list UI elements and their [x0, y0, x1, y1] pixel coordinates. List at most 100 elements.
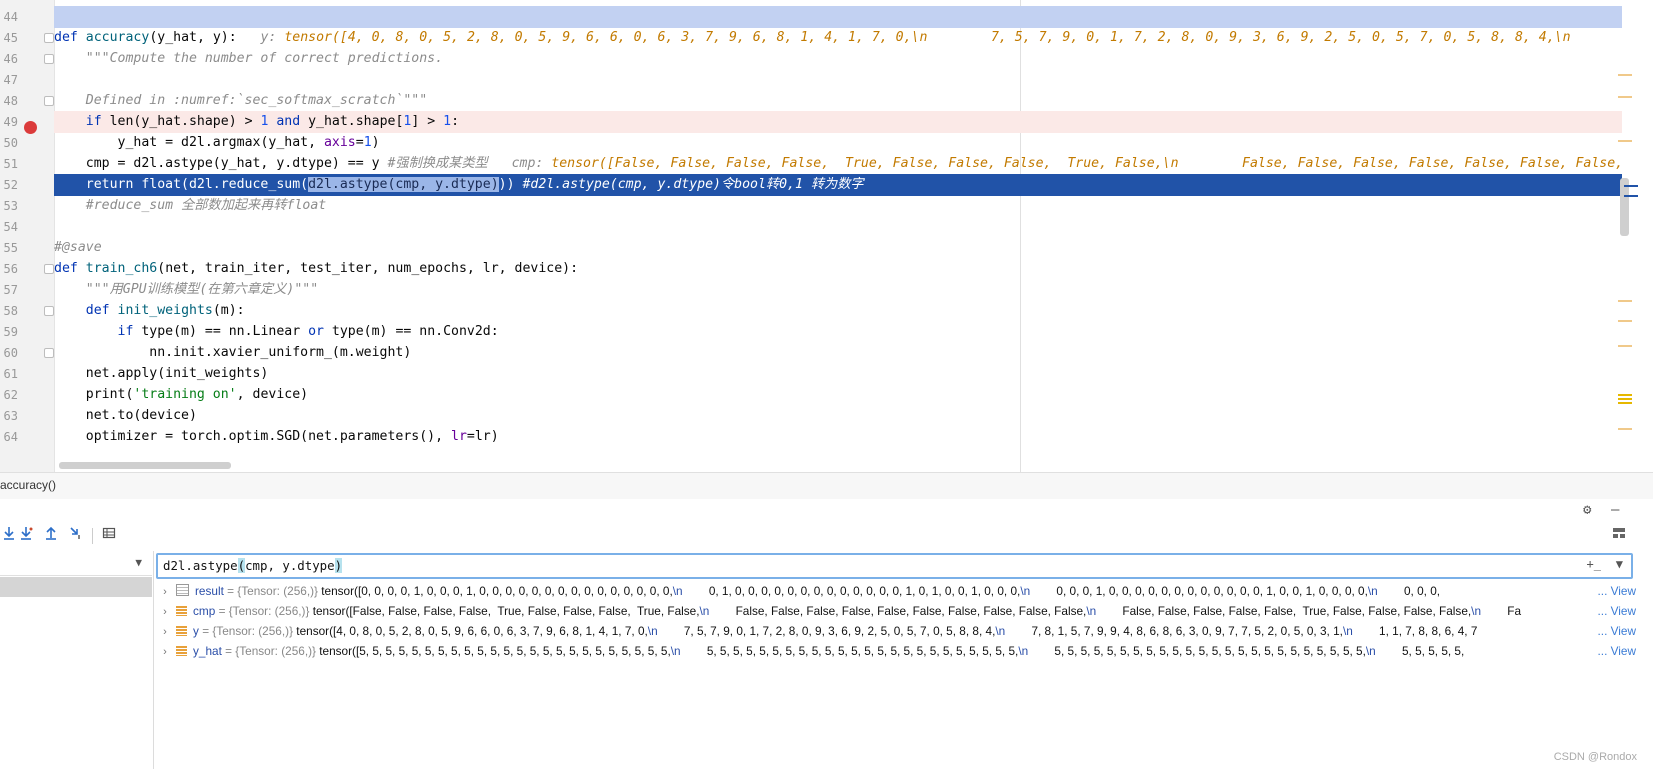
code-line-47[interactable] [54, 69, 1622, 91]
fold-marker[interactable] [44, 306, 54, 316]
scroll-marker[interactable] [1624, 195, 1638, 197]
scroll-marker[interactable] [1618, 398, 1632, 400]
chevron-right-icon[interactable]: › [156, 622, 174, 641]
breakpoint-icon[interactable] [24, 121, 37, 134]
step-into-my-code-icon[interactable] [17, 526, 35, 544]
frames-panel[interactable]: ▼ [0, 551, 154, 769]
code-line-46[interactable]: """Compute the number of correct predict… [54, 48, 1622, 70]
code-line-58[interactable]: def init_weights(m): [54, 300, 1622, 322]
horizontal-scrollbar[interactable] [59, 462, 231, 469]
gear-icon[interactable]: ⚙ [1583, 502, 1591, 518]
chevron-right-icon[interactable]: › [156, 582, 174, 601]
debug-toolbar [0, 523, 1653, 549]
debug-panel: ⚙ — ▼ d2l.astype(cmp, y.dtype) +̲ ▼ › re… [0, 499, 1653, 769]
fold-marker[interactable] [44, 96, 54, 106]
watermark: CSDN @Rondox [1553, 751, 1637, 763]
code-line-48[interactable]: Defined in :numref:`sec_softmax_scratch`… [54, 90, 1622, 112]
variable-row-result[interactable]: › result = {Tensor: (256,)} tensor([0, 0,… [156, 581, 1636, 601]
evaluate-expression-input[interactable]: d2l.astype(cmp, y.dtype) +̲ ▼ [156, 553, 1633, 579]
step-out-icon[interactable] [42, 526, 60, 544]
thread-selector[interactable]: ▼ [0, 553, 152, 576]
field-icon [176, 606, 187, 616]
view-link[interactable]: ... View [1593, 601, 1636, 621]
table-icon[interactable] [100, 526, 118, 544]
view-link[interactable]: ... View [1593, 621, 1636, 641]
scroll-marker[interactable] [1618, 320, 1632, 322]
line-number: 52 [3, 178, 18, 192]
code-line-52-current[interactable]: return float(d2l.reduce_sum(d2l.astype(c… [54, 174, 1622, 196]
fold-marker[interactable] [44, 33, 54, 43]
code-line-64[interactable]: optimizer = torch.optim.SGD(net.paramete… [54, 426, 1622, 448]
fold-marker[interactable] [44, 264, 54, 274]
inline-debug-value: tensor([False, False, False, False, True… [551, 156, 1622, 171]
line-number: 51 [3, 157, 18, 171]
view-link[interactable]: ... View [1593, 641, 1636, 661]
line-number: 61 [3, 367, 18, 381]
line-number: 56 [3, 262, 18, 276]
selected-frame[interactable] [0, 577, 152, 597]
toolbar-separator [92, 528, 93, 544]
tensor-icon [176, 584, 189, 596]
step-into-icon[interactable] [0, 526, 18, 544]
code-line-50[interactable]: y_hat = d2l.argmax(y_hat, axis=1) [54, 132, 1622, 154]
line-number: 53 [3, 199, 18, 213]
field-icon [176, 646, 187, 656]
variable-row-cmp[interactable]: › cmp = {Tensor: (256,)} tensor([False, F… [156, 601, 1636, 621]
code-line-54[interactable] [54, 216, 1622, 238]
chevron-right-icon[interactable]: › [156, 602, 174, 621]
inline-debug-name: cmp: [511, 156, 544, 171]
line-number: 49 [3, 115, 18, 129]
chevron-down-icon[interactable]: ▼ [135, 556, 142, 569]
line-number: 45 [3, 31, 18, 45]
line-number: 62 [3, 388, 18, 402]
line-number: 64 [3, 430, 18, 444]
scroll-marker[interactable] [1618, 140, 1632, 142]
line-number: 50 [3, 136, 18, 150]
inline-debug-name: y: [260, 30, 277, 45]
breadcrumb-item[interactable]: accuracy() [0, 478, 56, 492]
run-to-cursor-icon[interactable] [67, 526, 85, 544]
scroll-marker[interactable] [1618, 394, 1632, 396]
line-number: 58 [3, 304, 18, 318]
variable-row-y[interactable]: › y = {Tensor: (256,)} tensor([4, 0, 8, 0… [156, 621, 1636, 641]
view-link[interactable]: ... View [1593, 581, 1636, 601]
scroll-marker[interactable] [1618, 300, 1632, 302]
debug-panel-header: ⚙ — [0, 499, 1653, 521]
add-watch-icon[interactable]: +̲ [1587, 557, 1601, 571]
line-number: 54 [3, 220, 18, 234]
chevron-down-icon[interactable]: ▼ [1616, 557, 1623, 571]
code-line-57[interactable]: """用GPU训练模型(在第六章定义)""" [54, 279, 1622, 301]
code-line-63[interactable]: net.to(device) [54, 405, 1622, 427]
fold-marker[interactable] [44, 348, 54, 358]
code-editor[interactable]: def accuracy(y_hat, y): y: tensor([4, 0,… [0, 0, 1653, 472]
fold-marker[interactable] [44, 54, 54, 64]
minimize-icon[interactable]: — [1611, 502, 1619, 518]
code-line-60[interactable]: nn.init.xavier_uniform_(m.weight) [54, 342, 1622, 364]
line-number: 44 [3, 10, 18, 24]
scroll-marker[interactable] [1618, 402, 1632, 404]
code-line-44[interactable] [54, 6, 1622, 28]
code-line-62[interactable]: print('training on', device) [54, 384, 1622, 406]
field-icon [176, 626, 187, 636]
line-number: 47 [3, 73, 18, 87]
code-line-51[interactable]: cmp = d2l.astype(y_hat, y.dtype) == y #强… [54, 153, 1622, 175]
code-line-56[interactable]: def train_ch6(net, train_iter, test_iter… [54, 258, 1622, 280]
selected-expression[interactable]: d2l.astype(cmp, y.dtype) [308, 177, 499, 192]
layout-icon[interactable] [1610, 526, 1628, 544]
code-line-55[interactable]: #@save [54, 237, 1622, 259]
code-line-61[interactable]: net.apply(init_weights) [54, 363, 1622, 385]
chevron-right-icon[interactable]: › [156, 642, 174, 661]
scroll-marker[interactable] [1624, 185, 1638, 187]
code-line-53[interactable]: #reduce_sum 全部数加起来再转float [54, 195, 1622, 217]
scroll-marker[interactable] [1618, 96, 1632, 98]
scroll-marker[interactable] [1618, 74, 1632, 76]
scroll-marker[interactable] [1618, 428, 1632, 430]
breadcrumb[interactable]: accuracy() [0, 472, 1653, 500]
inline-debug-value: tensor([4, 0, 8, 0, 5, 2, 8, 0, 5, 9, 6,… [284, 30, 1571, 45]
code-line-45[interactable]: def accuracy(y_hat, y): y: tensor([4, 0,… [54, 27, 1622, 49]
code-line-49[interactable]: if len(y_hat.shape) > 1 and y_hat.shape[… [54, 111, 1622, 133]
code-line-59[interactable]: if type(m) == nn.Linear or type(m) == nn… [54, 321, 1622, 343]
line-number: 48 [3, 94, 18, 108]
scroll-marker[interactable] [1618, 345, 1632, 347]
variable-row-y-hat[interactable]: › y_hat = {Tensor: (256,)} tensor([5, 5, … [156, 641, 1636, 661]
